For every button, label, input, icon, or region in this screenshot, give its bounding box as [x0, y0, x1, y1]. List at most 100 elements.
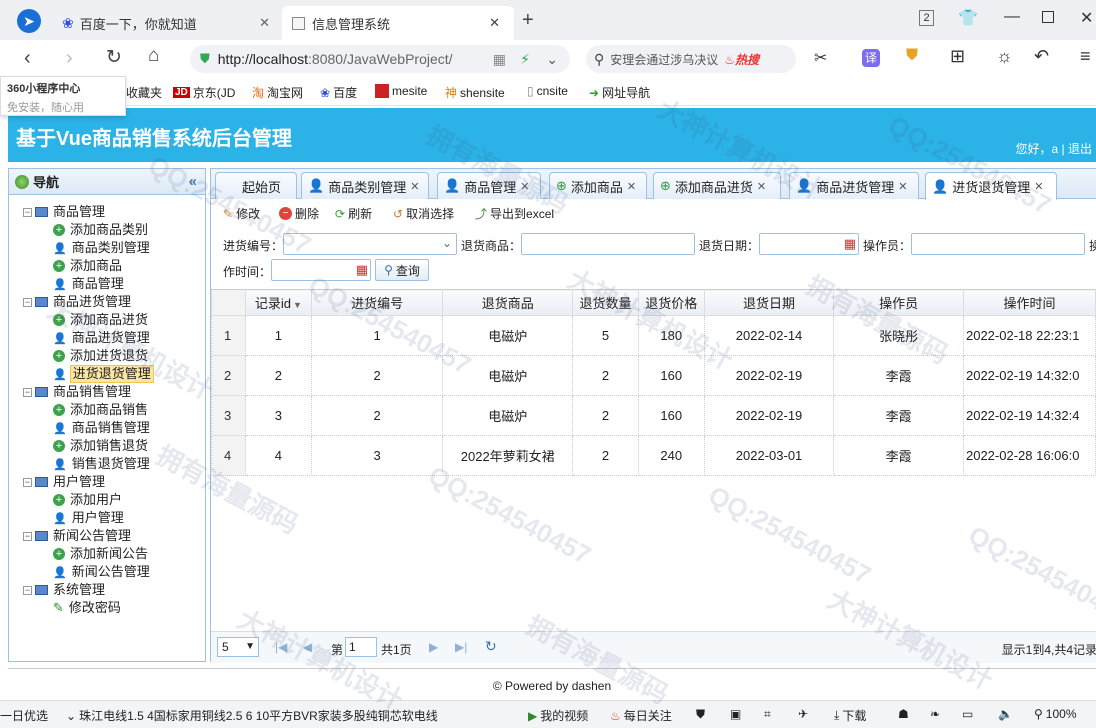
col-operator[interactable]: 操作员 [833, 289, 964, 316]
sidebar-item[interactable]: + 添加新闻公告 [9, 545, 205, 563]
apps-grid-icon[interactable]: ⊞ [950, 46, 965, 67]
sidebar-item[interactable]: 👤 商品管理 [9, 275, 205, 293]
sidebar-item[interactable]: 👤 进货退货管理 [9, 365, 205, 383]
page-size-select[interactable]: 5 ▼ [217, 637, 259, 657]
status-download[interactable]: ⤓ 下载 [834, 707, 866, 724]
tab-counter[interactable]: 2 [919, 10, 934, 26]
sidebar-item[interactable]: 👤 商品类别管理 [9, 239, 205, 257]
close-icon[interactable]: ✕ [898, 180, 907, 193]
sidebar-item[interactable]: 👤 商品销售管理 [9, 419, 205, 437]
volume-icon[interactable]: 🔈 [998, 707, 1013, 721]
col-purchase-no[interactable]: 进货编号 [310, 289, 444, 316]
close-icon[interactable]: ✕ [757, 180, 766, 193]
scissors-icon[interactable]: ✂ [814, 48, 827, 68]
window-close-icon[interactable]: ✕ [1080, 8, 1093, 28]
bookmark-baidu[interactable]: ❀ 百度 [320, 84, 357, 101]
bookmark-taobao[interactable]: 淘淘宝网 [252, 84, 303, 101]
prev-page-icon[interactable]: ◀ [303, 640, 312, 654]
col-record-id[interactable]: 记录id ▼ [244, 289, 312, 316]
query-button[interactable]: ⚲ 查询 [375, 259, 429, 281]
undo-icon[interactable]: ↶ [1034, 46, 1049, 67]
new-tab-button[interactable]: + [522, 9, 534, 32]
first-page-icon[interactable]: |◀ [275, 640, 287, 654]
sidebar-group-2[interactable]: − 商品销售管理 [9, 383, 205, 401]
tab-goods-manage[interactable]: 👤 商品管理 ✕ [437, 172, 541, 199]
sidebar-item[interactable]: 👤 用户管理 [9, 509, 205, 527]
shield-money-icon[interactable]: ⛊ [906, 47, 918, 65]
table-row[interactable]: 3 3 2 电磁炉 2 160 2022-02-19 李霞 2022-02-19 14:32:4 [211, 395, 1096, 436]
sidebar-item[interactable]: ✎ 修改密码 [9, 599, 205, 617]
operator-input[interactable] [911, 233, 1085, 255]
edit-button[interactable]: ✎ 修改 [223, 205, 260, 222]
date-input[interactable]: ▦ [759, 233, 859, 255]
chevron-down-icon[interactable]: ⌄ [546, 51, 558, 68]
tab-purchase-manage[interactable]: 👤 商品进货管理 ✕ [789, 172, 919, 199]
search-box[interactable]: ⚲ 安理会通过涉乌决议 ♨热搜 [586, 45, 796, 73]
delete-button[interactable]: − 删除 [279, 205, 319, 222]
close-icon[interactable]: ✕ [1034, 180, 1043, 193]
col-price[interactable]: 退货价格 [637, 289, 705, 316]
close-icon[interactable]: ✕ [520, 180, 529, 193]
reload-icon[interactable]: ↻ [485, 638, 497, 655]
page-number-input[interactable]: 1 [345, 637, 377, 657]
table-row[interactable]: 4 4 3 2022年萝莉女裙 2 240 2022-03-01 李霞 2022-02-28 1… [211, 435, 1096, 476]
leaf-icon[interactable]: ❧ [930, 707, 940, 721]
rocket-icon[interactable]: ✈ [798, 707, 808, 721]
tab-category-manage[interactable]: 👤 商品类别管理 ✕ [301, 172, 429, 199]
sidebar-group-3[interactable]: − 用户管理 [9, 473, 205, 491]
status-follow[interactable]: ♨ 每日关注 [610, 707, 672, 724]
sidebar-group-0[interactable]: − 商品管理 [9, 203, 205, 221]
collapse-minus-icon[interactable]: − [23, 207, 32, 217]
col-op-time[interactable]: 操作时间 [962, 289, 1096, 316]
tab-add-goods[interactable]: ⊕ 添加商品 ✕ [549, 172, 647, 199]
browser-logo-icon[interactable]: ➤ [17, 9, 41, 33]
close-icon[interactable]: ✕ [627, 180, 636, 193]
reload-icon[interactable]: ↻ [106, 46, 122, 69]
col-qty[interactable]: 退货数量 [572, 289, 639, 316]
col-date[interactable]: 退货日期 [703, 289, 835, 316]
home-icon[interactable]: ⌂ [148, 45, 159, 67]
table-row[interactable]: 1 1 1 电磁炉 5 180 2022-02-14 张晓彤 2022-02-18 22:23:… [211, 315, 1096, 356]
close-icon[interactable]: ✕ [259, 15, 270, 31]
forward-icon[interactable]: › [66, 47, 73, 70]
next-page-icon[interactable]: ▶ [429, 640, 438, 654]
sidebar-item[interactable]: + 添加销售退货 [9, 437, 205, 455]
window-icon[interactable]: ▭ [962, 707, 973, 721]
shield-icon[interactable]: ⛊ [696, 707, 705, 722]
maximize-icon[interactable] [1042, 11, 1054, 23]
sidebar-item[interactable]: 👤 商品进货管理 [9, 329, 205, 347]
browser-tab-active[interactable]: 信息管理系统 ✕ [282, 6, 514, 40]
collapse-minus-icon[interactable]: − [23, 585, 32, 595]
sidebar-group-5[interactable]: − 系统管理 [9, 581, 205, 599]
cancel-select-button[interactable]: ↺ 取消选择 [393, 205, 454, 222]
bookmark-shensite[interactable]: 神 shensite [445, 84, 505, 101]
sidebar-group-1[interactable]: − 商品进货管理 [9, 293, 205, 311]
last-page-icon[interactable]: ▶| [455, 640, 467, 654]
collapse-minus-icon[interactable]: − [23, 477, 32, 487]
tab-home[interactable]: 起始页 [215, 172, 297, 199]
status-news[interactable]: ⌄ 珠江电线1.5 4国标家用铜线2.5 6 10平方BVR家装多股纯铜芯软电线 [66, 707, 438, 724]
table-row[interactable]: 2 2 2 电磁炉 2 160 2022-02-19 李霞 2022-02-19 14:32:0 [211, 355, 1096, 396]
status-left[interactable]: 一日优选 [0, 707, 48, 724]
status-video[interactable]: ▶ 我的视频 [528, 707, 588, 724]
shirt-icon[interactable]: 👕 [958, 8, 978, 28]
bookmark-cnsite[interactable]: ▯ cnsite [527, 84, 568, 98]
col-goods[interactable]: 退货商品 [442, 289, 574, 316]
image-icon[interactable]: ▣ [730, 707, 741, 721]
tab-return-manage[interactable]: 👤 进货退货管理 ✕ [925, 172, 1057, 200]
status-zoom[interactable]: ⚲ 100% [1034, 707, 1077, 721]
export-excel-button[interactable]: ⤴ 导出到excel [475, 205, 554, 222]
sidebar-item[interactable]: + 添加商品类别 [9, 221, 205, 239]
url-input[interactable]: ⛊ http://localhost:8080/JavaWebProject/ … [190, 45, 570, 73]
close-icon[interactable]: ✕ [410, 180, 419, 193]
sidebar-item[interactable]: + 添加商品销售 [9, 401, 205, 419]
crop-icon[interactable]: ⌗ [764, 707, 771, 722]
bookmark-mesite[interactable]: mesite [375, 84, 427, 98]
collapse-minus-icon[interactable]: − [23, 297, 32, 307]
close-icon[interactable]: ✕ [489, 15, 500, 31]
purchase-no-select[interactable]: ⌄ [283, 233, 457, 255]
game-icon[interactable]: ☗ [898, 707, 909, 721]
goods-input[interactable] [521, 233, 695, 255]
back-icon[interactable]: ‹ [24, 47, 31, 70]
sidebar-item[interactable]: 👤 新闻公告管理 [9, 563, 205, 581]
